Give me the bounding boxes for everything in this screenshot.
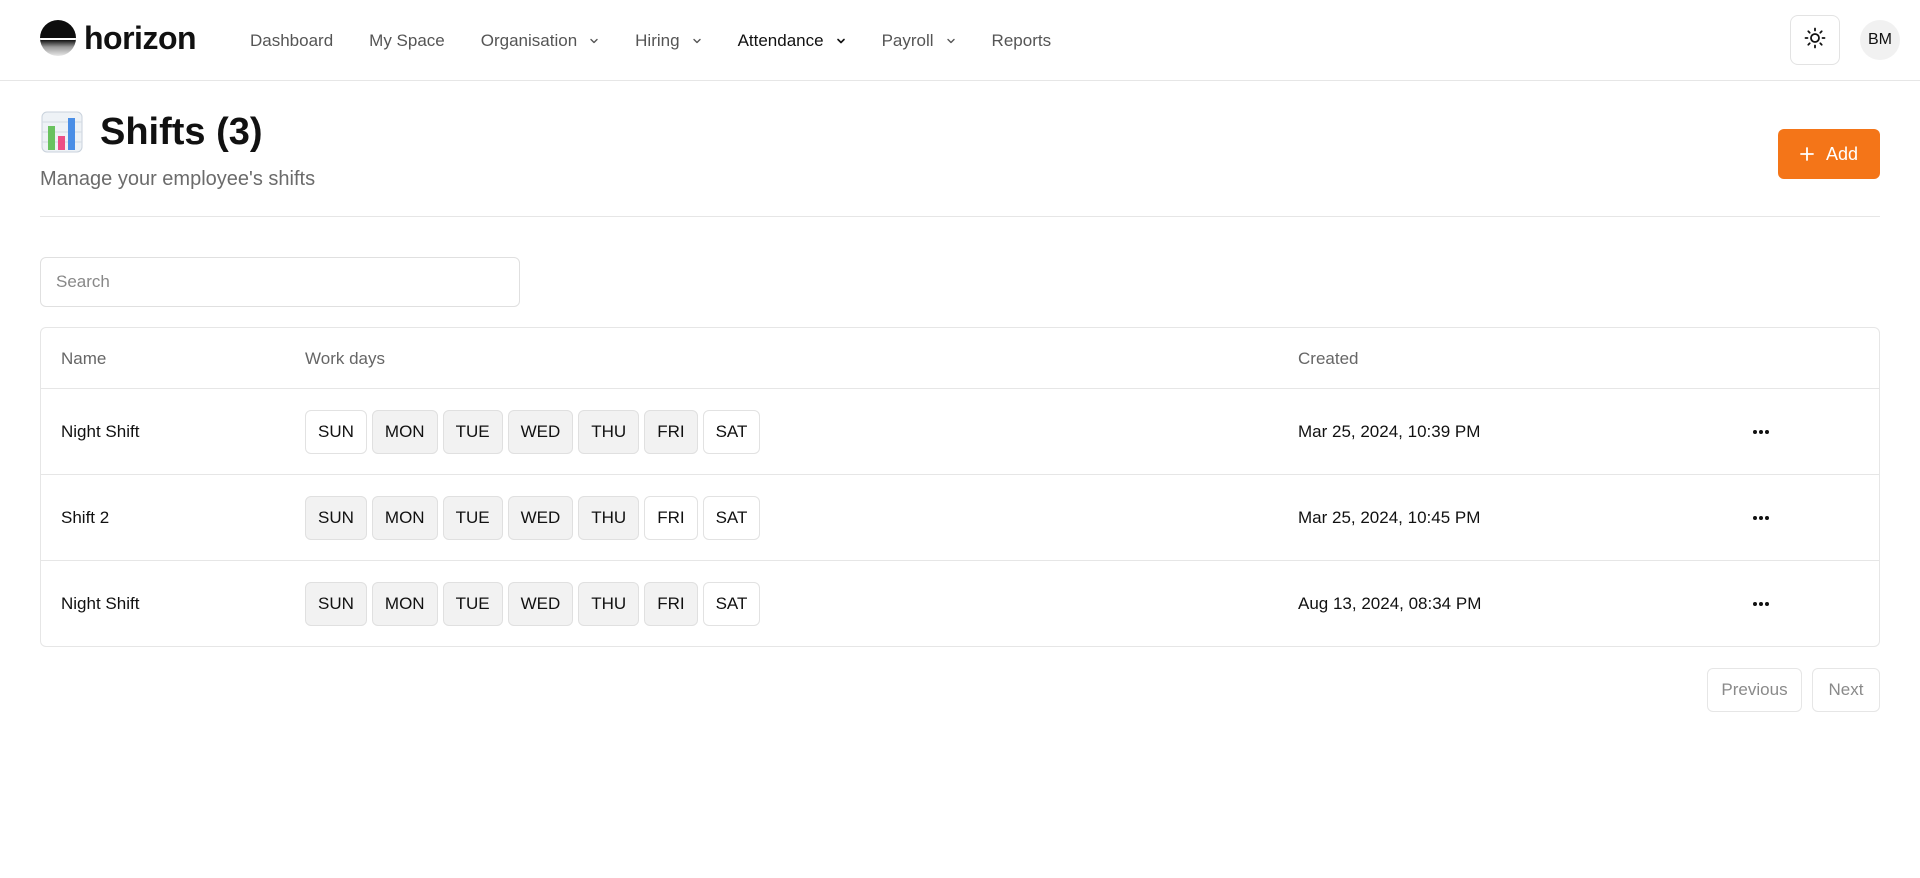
- plus-icon: [1800, 143, 1814, 165]
- main-nav: Dashboard My Space Organisation Hiring A…: [232, 0, 1069, 81]
- day-badge-thu: THU: [578, 410, 640, 454]
- nav-item-dashboard[interactable]: Dashboard: [232, 23, 351, 59]
- nav-item-payroll[interactable]: Payroll: [864, 23, 974, 59]
- nav-item-label: Payroll: [881, 30, 934, 50]
- created-date: Aug 13, 2024, 08:34 PM: [1298, 594, 1482, 613]
- day-badge-tue: TUE: [442, 496, 503, 540]
- nav-item-label: Attendance: [737, 30, 824, 50]
- header-divider: [40, 216, 1880, 217]
- shift-name: Shift 2: [61, 508, 110, 527]
- work-days: SUN MON TUE WED THU FRI SAT: [305, 389, 765, 475]
- day-badge-sun: SUN: [305, 496, 367, 540]
- day-badge-fri: FRI: [644, 582, 698, 626]
- column-header-created: Created: [1298, 349, 1359, 368]
- nav-item-label: Organisation: [480, 30, 578, 50]
- day-badge-fri: FRI: [644, 410, 698, 454]
- day-badge-mon: MON: [371, 582, 438, 626]
- search-input[interactable]: [40, 257, 520, 307]
- brand-name: horizon: [84, 19, 197, 56]
- theme-toggle-button[interactable]: [1790, 15, 1840, 65]
- page-subtitle: Manage your employee's shifts: [40, 168, 316, 190]
- previous-page-button[interactable]: Previous: [1707, 668, 1802, 712]
- user-avatar[interactable]: BM: [1860, 20, 1900, 60]
- logo-mark-icon: [40, 20, 76, 56]
- chevron-down-icon: [836, 36, 846, 46]
- next-page-button[interactable]: Next: [1812, 668, 1880, 712]
- day-badge-sat: SAT: [702, 582, 761, 626]
- nav-item-my-space[interactable]: My Space: [351, 23, 463, 59]
- work-days: SUN MON TUE WED THU FRI SAT: [305, 475, 765, 561]
- shift-name: Night Shift: [61, 422, 140, 441]
- nav-item-hiring[interactable]: Hiring: [617, 23, 719, 59]
- column-header-work-days: Work days: [305, 349, 385, 368]
- page-title: Shifts (3): [100, 110, 263, 153]
- more-options-icon[interactable]: [1747, 504, 1775, 532]
- sun-icon: [1804, 27, 1826, 54]
- add-shift-button[interactable]: Add: [1778, 129, 1880, 179]
- nav-item-label: Hiring: [635, 30, 680, 50]
- brand-logo[interactable]: horizon: [40, 18, 197, 58]
- shift-name: Night Shift: [61, 594, 140, 613]
- row-actions: [1747, 561, 1775, 647]
- top-navbar: horizon Dashboard My Space Organisation …: [0, 0, 1920, 81]
- table-row[interactable]: Night Shift SUN MON TUE WED THU FRI SAT Aug 13, …: [41, 561, 1879, 647]
- row-actions: [1747, 389, 1775, 475]
- day-badge-thu: THU: [578, 582, 640, 626]
- day-badge-wed: WED: [507, 582, 574, 626]
- row-actions: [1747, 475, 1775, 561]
- day-badge-sat: SAT: [702, 496, 761, 540]
- table-header: Name Work days Created: [41, 328, 1879, 389]
- more-options-icon[interactable]: [1747, 590, 1775, 618]
- day-badge-tue: TUE: [442, 410, 503, 454]
- day-badge-sat: SAT: [702, 410, 761, 454]
- created-date: Mar 25, 2024, 10:45 PM: [1298, 508, 1481, 527]
- bar-chart-icon: [40, 110, 84, 154]
- work-days: SUN MON TUE WED THU FRI SAT: [305, 561, 765, 647]
- nav-item-label: My Space: [369, 30, 445, 50]
- day-badge-wed: WED: [507, 410, 574, 454]
- day-badge-sun: SUN: [305, 410, 367, 454]
- day-badge-tue: TUE: [442, 582, 503, 626]
- day-badge-thu: THU: [578, 496, 640, 540]
- nav-item-organisation[interactable]: Organisation: [463, 23, 617, 59]
- chevron-down-icon: [692, 36, 702, 46]
- add-button-label: Add: [1825, 143, 1859, 164]
- column-header-name: Name: [61, 349, 107, 368]
- nav-item-reports[interactable]: Reports: [974, 23, 1070, 59]
- day-badge-wed: WED: [507, 496, 574, 540]
- day-badge-sun: SUN: [305, 582, 367, 626]
- created-date: Mar 25, 2024, 10:39 PM: [1298, 422, 1481, 441]
- chevron-down-icon: [589, 36, 599, 46]
- chevron-down-icon: [946, 36, 956, 46]
- nav-item-label: Dashboard: [250, 30, 334, 50]
- more-options-icon[interactable]: [1747, 418, 1775, 446]
- day-badge-fri: FRI: [644, 496, 698, 540]
- nav-item-attendance[interactable]: Attendance: [720, 23, 864, 59]
- day-badge-mon: MON: [371, 496, 438, 540]
- page-header: Shifts (3): [40, 110, 263, 154]
- nav-item-label: Reports: [991, 30, 1052, 50]
- day-badge-mon: MON: [371, 410, 438, 454]
- shifts-table: Name Work days Created Night Shift SUN MON…: [40, 327, 1880, 647]
- table-row[interactable]: Shift 2 SUN MON TUE WED THU FRI SAT Mar 25, 2024…: [41, 475, 1879, 561]
- table-row[interactable]: Night Shift SUN MON TUE WED THU FRI SAT Mar 25, …: [41, 389, 1879, 475]
